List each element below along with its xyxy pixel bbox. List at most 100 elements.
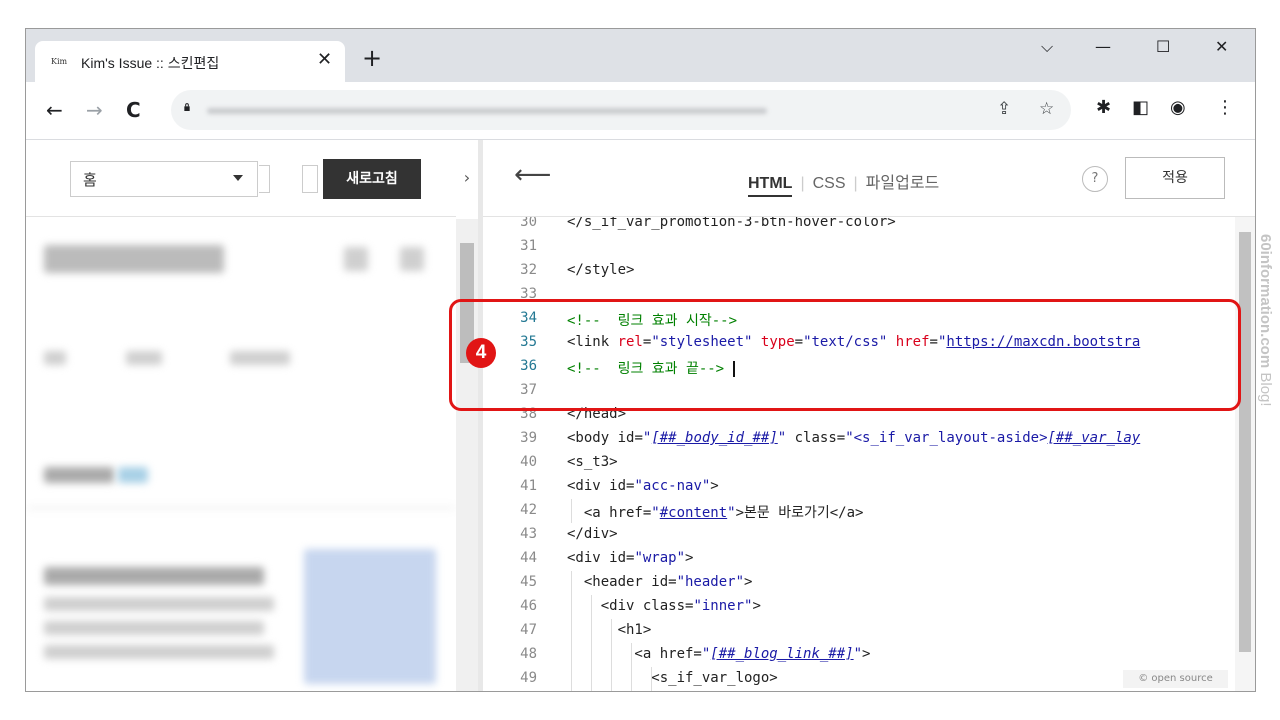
back-arrow-icon[interactable]: ⟵ (514, 160, 551, 190)
preview-pane: 홈 새로고침 (26, 140, 456, 691)
page-select[interactable]: 홈 (70, 161, 258, 197)
line-number: 32 (520, 262, 537, 278)
line-number: 48 (520, 646, 537, 662)
line-number: 39 (520, 430, 537, 446)
code-line[interactable]: 48 <a href="[##_blog_link_##]"> (483, 643, 1235, 667)
indent-guide (591, 667, 592, 691)
indent-guide (591, 643, 592, 667)
code-line[interactable]: 45 <header id="header"> (483, 571, 1235, 595)
code-line[interactable]: 32 </style> (483, 259, 1235, 283)
line-number: 40 (520, 454, 537, 470)
code-text: </s_if_var_promotion-3-btn-hover-color> (567, 217, 896, 230)
editor-tabs: HTML | CSS | 파일업로드 (748, 169, 939, 197)
line-number: 46 (520, 598, 537, 614)
line-number: 45 (520, 574, 537, 590)
help-button[interactable]: ? (1082, 166, 1108, 192)
indent-guide (631, 643, 632, 667)
profile-avatar[interactable]: ◉ (1170, 97, 1186, 118)
line-number: 47 (520, 622, 537, 638)
address-bar-row: ← → C ⇪ ☆ ✱ ◧ ◉ ⋮ (26, 82, 1255, 140)
indent-guide (611, 619, 612, 643)
window-close-button[interactable]: ✕ (1215, 37, 1228, 56)
view-toggle[interactable] (259, 165, 270, 193)
code-line[interactable]: 44 <div id="wrap"> (483, 547, 1235, 571)
editor-pane: ⟵ HTML | CSS | 파일업로드 ? 적용 30 </s_if_var_promo… (483, 140, 1255, 691)
highlight-box (449, 299, 1241, 411)
reload-icon[interactable]: C (126, 98, 141, 122)
code-line[interactable]: 43 </div> (483, 523, 1235, 547)
line-number: 44 (520, 550, 537, 566)
code-text: </style> (567, 262, 635, 278)
tab-close-icon[interactable]: ✕ (317, 49, 332, 70)
minimize-button[interactable]: — (1095, 37, 1111, 56)
indent-guide (571, 643, 572, 667)
code-text: <div id="acc-nav"> (567, 478, 719, 494)
open-source-badge[interactable]: © open source (1123, 670, 1228, 688)
indent-guide (611, 643, 612, 667)
new-tab-button[interactable]: + (362, 46, 382, 70)
tab-css[interactable]: CSS (813, 175, 846, 193)
collapse-preview-button[interactable]: › (456, 140, 478, 216)
side-panel-icon[interactable]: ◧ (1132, 97, 1149, 118)
share-icon[interactable]: ⇪ (997, 99, 1011, 119)
indent-guide (571, 499, 572, 523)
tab-html[interactable]: HTML (748, 175, 793, 197)
indent-guide (571, 667, 572, 691)
code-editor[interactable]: 30 </s_if_var_promotion-3-btn-hover-color… (483, 217, 1235, 691)
indent-guide (611, 667, 612, 691)
code-text: <body id="[##_body_id_##]" class="<s_if_… (567, 430, 1141, 446)
tab-title: Kim's Issue :: 스킨편집 (81, 55, 220, 71)
watermark-suffix: Blog! (1257, 368, 1274, 407)
code-line[interactable]: 40 <s_t3> (483, 451, 1235, 475)
preview-toolbar: 홈 새로고침 (26, 140, 456, 217)
line-number: 49 (520, 670, 537, 686)
tab-search-icon[interactable]: ⌵ (1041, 37, 1053, 57)
tab-strip: Kim Kim's Issue :: 스킨편집 ✕ + ⌵ — ☐ ✕ (26, 29, 1255, 82)
code-text: <s_if_var_logo> (567, 670, 778, 686)
code-text: <s_t3> (567, 454, 618, 470)
bookmark-star-icon[interactable]: ☆ (1039, 99, 1054, 119)
extensions-icon[interactable]: ✱ (1096, 97, 1111, 118)
code-line[interactable]: 31 (483, 235, 1235, 259)
lock-icon (184, 103, 190, 111)
editor-toolbar: ⟵ HTML | CSS | 파일업로드 ? 적용 (483, 140, 1255, 217)
code-text: <div class="inner"> (567, 598, 761, 614)
menu-icon[interactable]: ⋮ (1216, 97, 1234, 118)
code-line[interactable]: 39 <body id="[##_body_id_##]" class="<s_i… (483, 427, 1235, 451)
code-line[interactable]: 42 <a href="#content">본문 바로가기</a> (483, 499, 1235, 523)
code-text: <a href="#content">본문 바로가기</a> (567, 505, 864, 521)
mobile-view-toggle[interactable] (302, 165, 318, 193)
line-number: 30 (520, 217, 537, 230)
maximize-button[interactable]: ☐ (1156, 37, 1170, 56)
line-number: 31 (520, 238, 537, 254)
forward-arrow-icon[interactable]: → (86, 98, 103, 122)
indent-guide (591, 619, 592, 643)
omnibox[interactable]: ⇪ ☆ (171, 90, 1071, 130)
code-line[interactable]: 47 <h1> (483, 619, 1235, 643)
blurred-blog-preview (26, 217, 456, 691)
refresh-button[interactable]: 새로고침 (323, 159, 421, 199)
indent-guide (571, 571, 572, 595)
step-badge: 4 (466, 338, 496, 368)
indent-guide (591, 595, 592, 619)
url-text[interactable] (207, 108, 767, 114)
favicon-icon: Kim (51, 57, 68, 66)
watermark-site: 60information.com (1257, 234, 1274, 369)
page-select-value: 홈 (83, 171, 97, 189)
apply-button[interactable]: 적용 (1125, 157, 1225, 199)
code-text: </div> (567, 526, 618, 542)
line-number: 43 (520, 526, 537, 542)
watermark: 60information.com Blog! (1256, 234, 1278, 504)
code-line[interactable]: 46 <div class="inner"> (483, 595, 1235, 619)
back-arrow-icon[interactable]: ← (46, 98, 63, 122)
code-text: <h1> (567, 622, 652, 638)
code-line[interactable]: 41 <div id="acc-nav"> (483, 475, 1235, 499)
tab-file-upload[interactable]: 파일업로드 (866, 169, 940, 193)
editor-scroll-thumb[interactable] (1239, 232, 1251, 652)
line-number: 42 (520, 502, 537, 518)
chevron-down-icon (233, 175, 243, 181)
line-number: 41 (520, 478, 537, 494)
indent-guide (571, 619, 572, 643)
browser-tab[interactable]: Kim Kim's Issue :: 스킨편집 ✕ (35, 41, 345, 82)
code-line[interactable]: 30 </s_if_var_promotion-3-btn-hover-color… (483, 217, 1235, 235)
